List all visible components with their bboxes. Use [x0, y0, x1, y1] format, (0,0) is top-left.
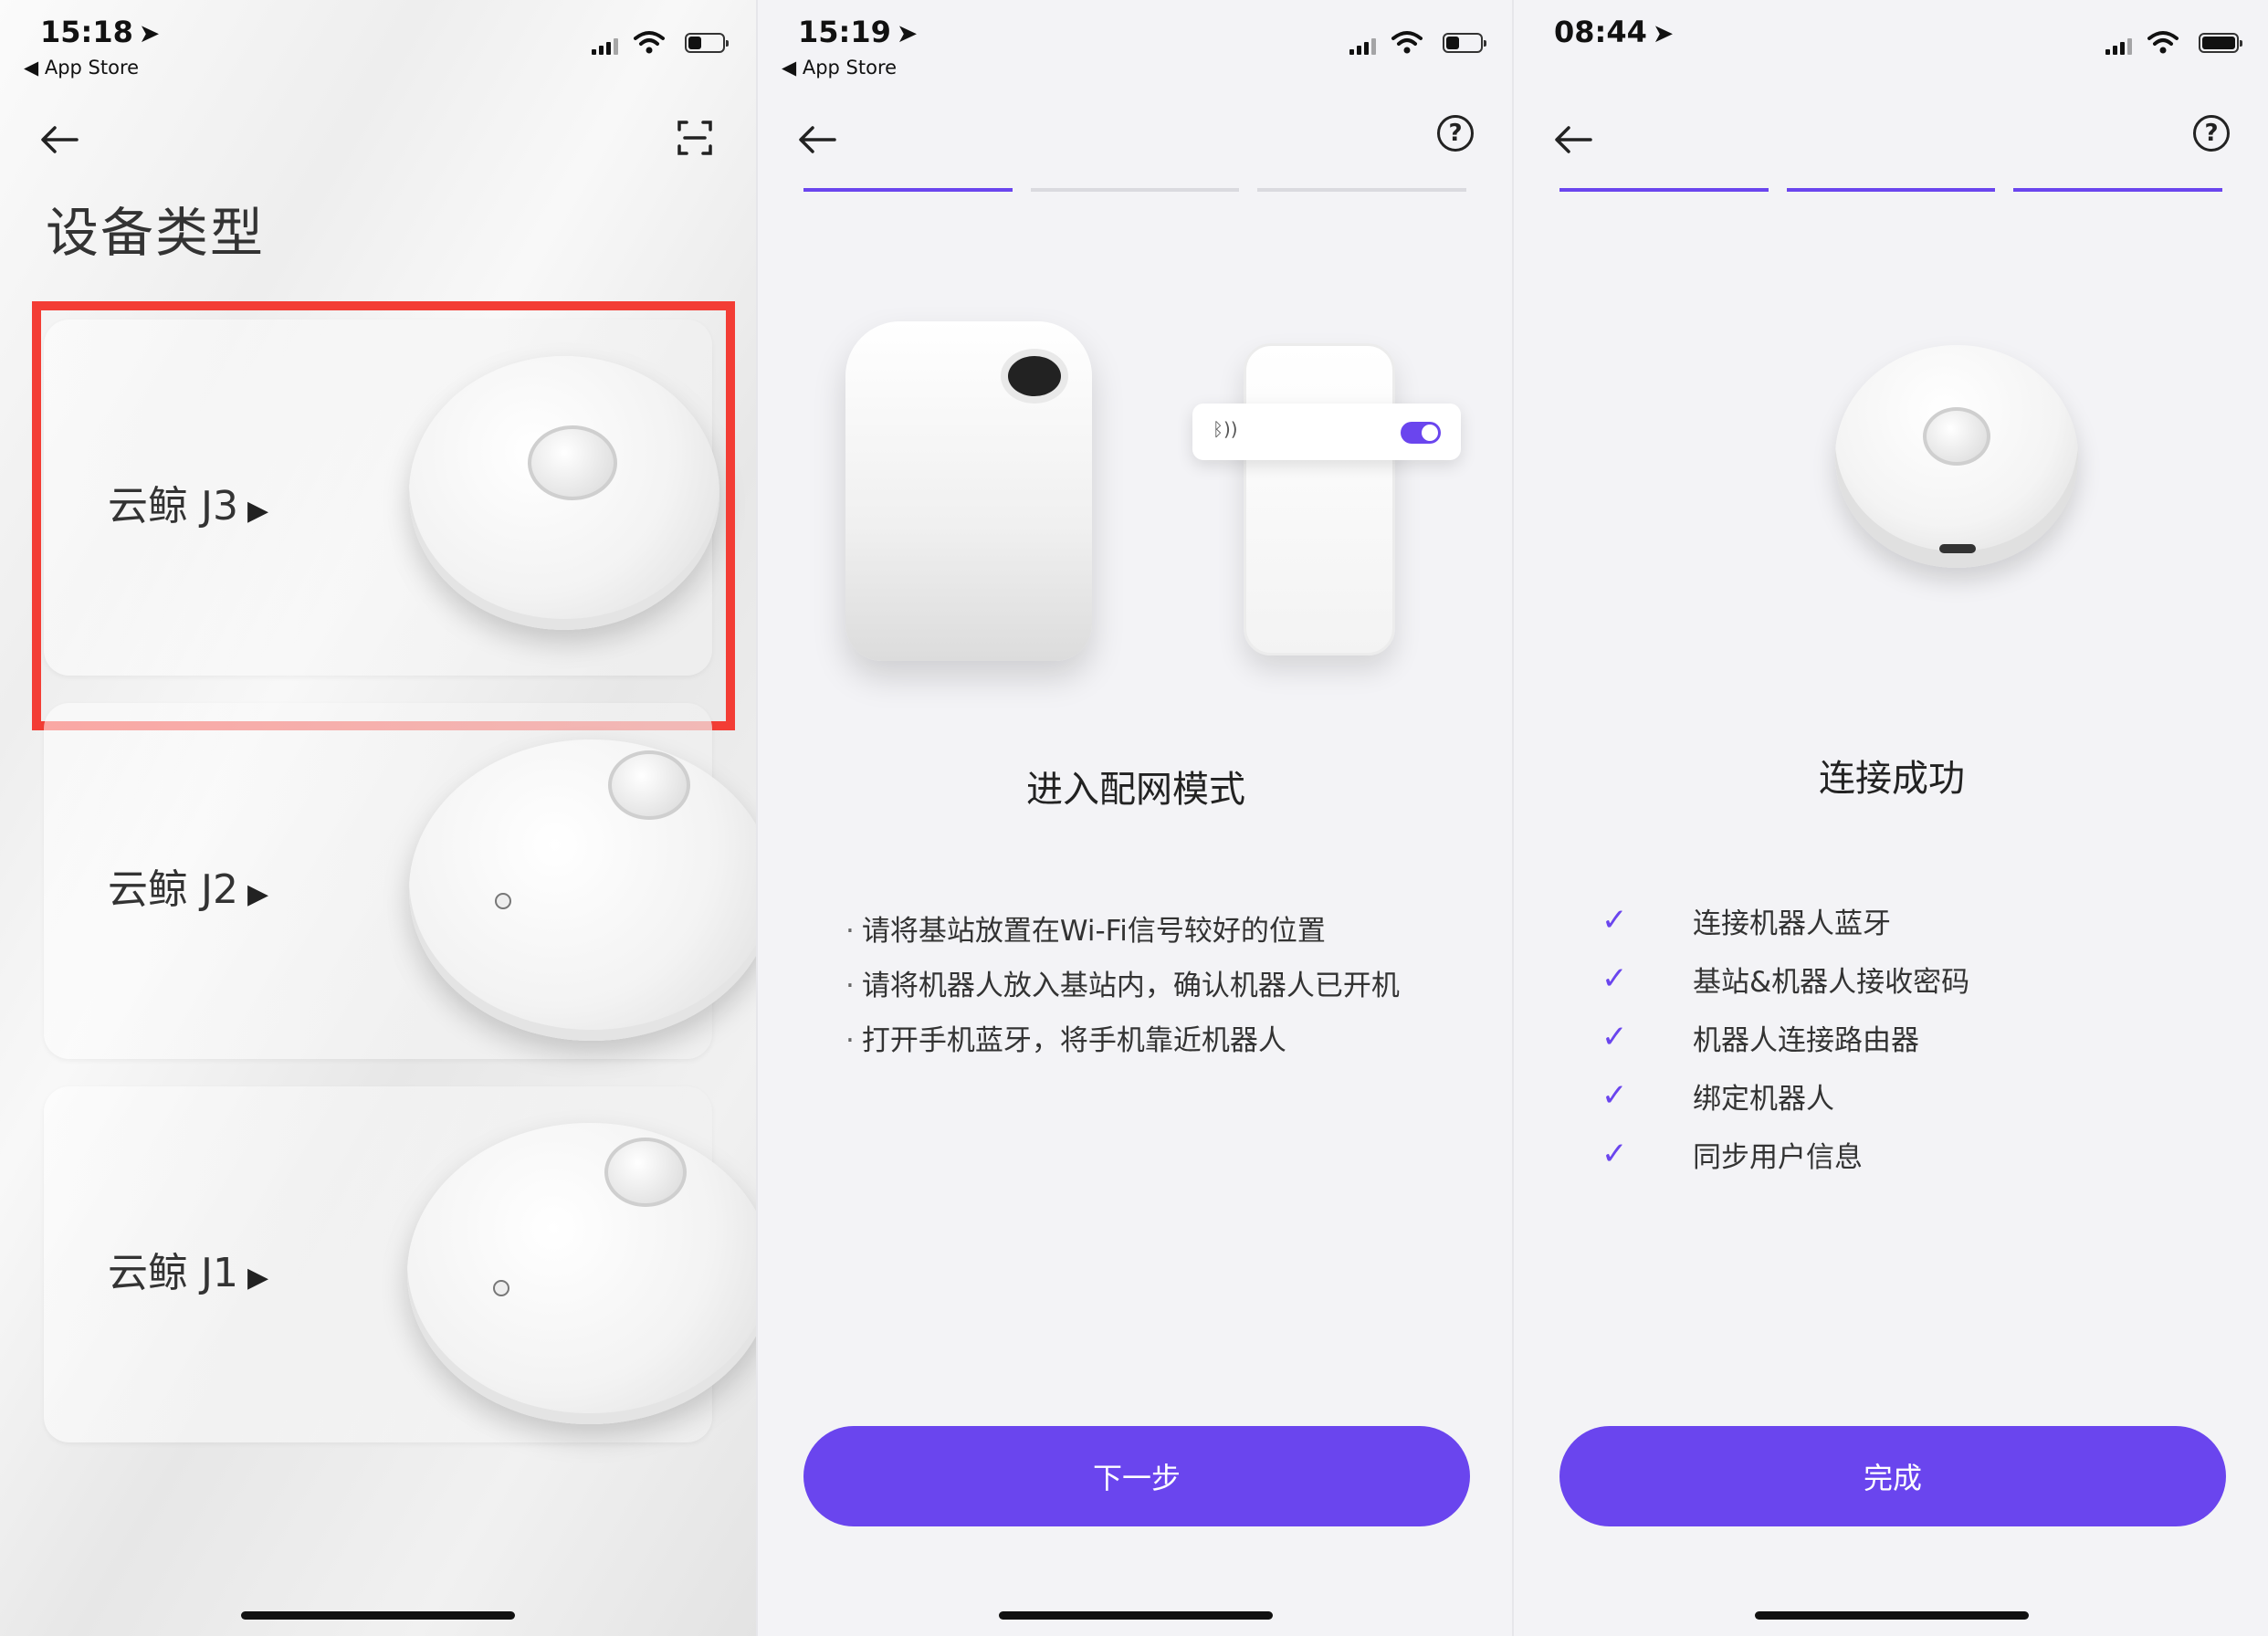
signal-icon [592, 37, 619, 55]
instruction-item: · 打开手机蓝牙，将手机靠近机器人 [845, 1024, 1286, 1057]
device-card-j1[interactable]: 云鲸 J1 ▶ [44, 1086, 756, 1442]
checklist-item: ✓ 绑定机器人 [1601, 1077, 1834, 1116]
base-station-image [845, 321, 1092, 661]
progress-step-3 [2013, 188, 2223, 192]
robot-lidar [1923, 407, 1990, 466]
scan-icon[interactable] [672, 115, 718, 161]
base-station-lens [1001, 349, 1068, 404]
status-bar: 15:18 ➤ ◀ App Store [0, 0, 756, 87]
bluetooth-switch [1401, 422, 1441, 444]
robot-j2-image [409, 739, 756, 1041]
checklist: ✓ 连接机器人蓝牙 ✓ 基站&机器人接收密码 ✓ 机器人连接路由器 ✓ 绑定机器人 ✓ 同… [1601, 891, 1969, 1183]
check-icon: ✓ [1601, 1019, 1628, 1055]
phone-image [1244, 343, 1395, 655]
check-icon: ✓ [1601, 902, 1628, 939]
back-arrow-icon[interactable] [1550, 117, 1596, 163]
bluetooth-icon: ᛒ)) [1213, 418, 1238, 440]
robot-image [1835, 345, 2078, 568]
instruction-list: · 请将基站放置在Wi-Fi信号较好的位置 · 请将机器人放入基站内，确认机器人已开… [845, 904, 1400, 1068]
back-arrow-icon[interactable] [794, 117, 840, 163]
caret-right-icon: ▶ [247, 1262, 269, 1294]
wifi-icon [634, 31, 665, 54]
progress-step-1 [1559, 188, 1769, 192]
caret-right-icon: ▶ [247, 878, 269, 910]
screen-connect-success: 08:44 ➤ ? 连接成功 ✓ 连接机器人蓝牙 ✓ 基站&机器人接收密码 ✓ 机器人连… [1512, 0, 2268, 1636]
checklist-item: ✓ 基站&机器人接收密码 [1601, 960, 1970, 999]
progress-step-3 [1257, 188, 1467, 192]
back-to-app-store[interactable]: ◀ App Store [24, 57, 139, 79]
selection-highlight [32, 301, 735, 730]
robot-j1-sensor [493, 1280, 509, 1296]
done-button[interactable]: 完成 [1559, 1426, 2226, 1526]
instruction-item: · 请将机器人放入基站内，确认机器人已开机 [845, 970, 1400, 1002]
robot-j1-image [407, 1123, 756, 1424]
robot-j2-sensor [495, 893, 511, 909]
help-icon[interactable]: ? [1437, 115, 1474, 152]
screen-device-type: 15:18➤ ◀ App Store 设备类型 云鲸 J3▶ 云鲸 J2▶ [0, 0, 756, 1636]
location-icon: ➤ [138, 18, 161, 48]
bluetooth-toggle-card: ᛒ)) [1192, 404, 1461, 460]
page-title: 设备类型 [46, 202, 266, 264]
check-icon: ✓ [1601, 1136, 1628, 1172]
status-bar: 08:44 ➤ [1514, 0, 2268, 87]
progress-step-2 [1786, 188, 1996, 192]
wifi-icon [1391, 31, 1423, 54]
success-heading: 连接成功 [1819, 758, 1965, 800]
location-icon: ➤ [1652, 18, 1675, 48]
device-card-j2[interactable]: 云鲸 J2 ▶ [44, 703, 756, 1059]
progress-step-1 [803, 188, 1013, 192]
battery-icon [1443, 33, 1486, 53]
robot-front-slot [1939, 544, 1976, 553]
back-to-app-store[interactable]: ◀ App Store [782, 57, 897, 79]
signal-icon [2105, 37, 2133, 55]
check-icon: ✓ [1601, 960, 1628, 997]
home-indicator [1755, 1611, 2029, 1620]
status-time: 15:19 ➤ [798, 15, 919, 49]
screen-pairing-mode: 15:19 ➤ ◀ App Store ? ᛒ)) 进入配网模式 · 请将基站放置在… [756, 0, 1512, 1636]
step-heading: 进入配网模式 [1026, 769, 1245, 811]
battery-icon [685, 33, 729, 53]
next-button[interactable]: 下一步 [803, 1426, 1470, 1526]
back-arrow-icon[interactable] [37, 117, 82, 163]
device-name: 云鲸 J1 ▶ [108, 1250, 269, 1296]
checklist-item: ✓ 连接机器人蓝牙 [1601, 902, 1891, 940]
step-progress [1559, 188, 2223, 192]
help-icon[interactable]: ? [2193, 115, 2230, 152]
status-bar: 15:19 ➤ ◀ App Store [758, 0, 1512, 87]
status-time: 15:18 ➤ [40, 15, 161, 49]
checklist-item: ✓ 机器人连接路由器 [1601, 1019, 1919, 1057]
device-name: 云鲸 J2 ▶ [108, 866, 269, 913]
battery-icon [2199, 33, 2242, 53]
instruction-item: · 请将基站放置在Wi-Fi信号较好的位置 [845, 915, 1326, 948]
wifi-icon [2147, 31, 2179, 54]
home-indicator [999, 1611, 1273, 1620]
step-progress [803, 188, 1467, 192]
location-icon: ➤ [896, 18, 919, 48]
check-icon: ✓ [1601, 1077, 1628, 1114]
home-indicator [241, 1611, 515, 1620]
signal-icon [1349, 37, 1377, 55]
robot-j1-lidar [604, 1138, 687, 1207]
progress-step-2 [1030, 188, 1240, 192]
robot-j2-lidar [608, 750, 690, 820]
status-time: 08:44 ➤ [1554, 15, 1675, 49]
checklist-item: ✓ 同步用户信息 [1601, 1136, 1863, 1174]
